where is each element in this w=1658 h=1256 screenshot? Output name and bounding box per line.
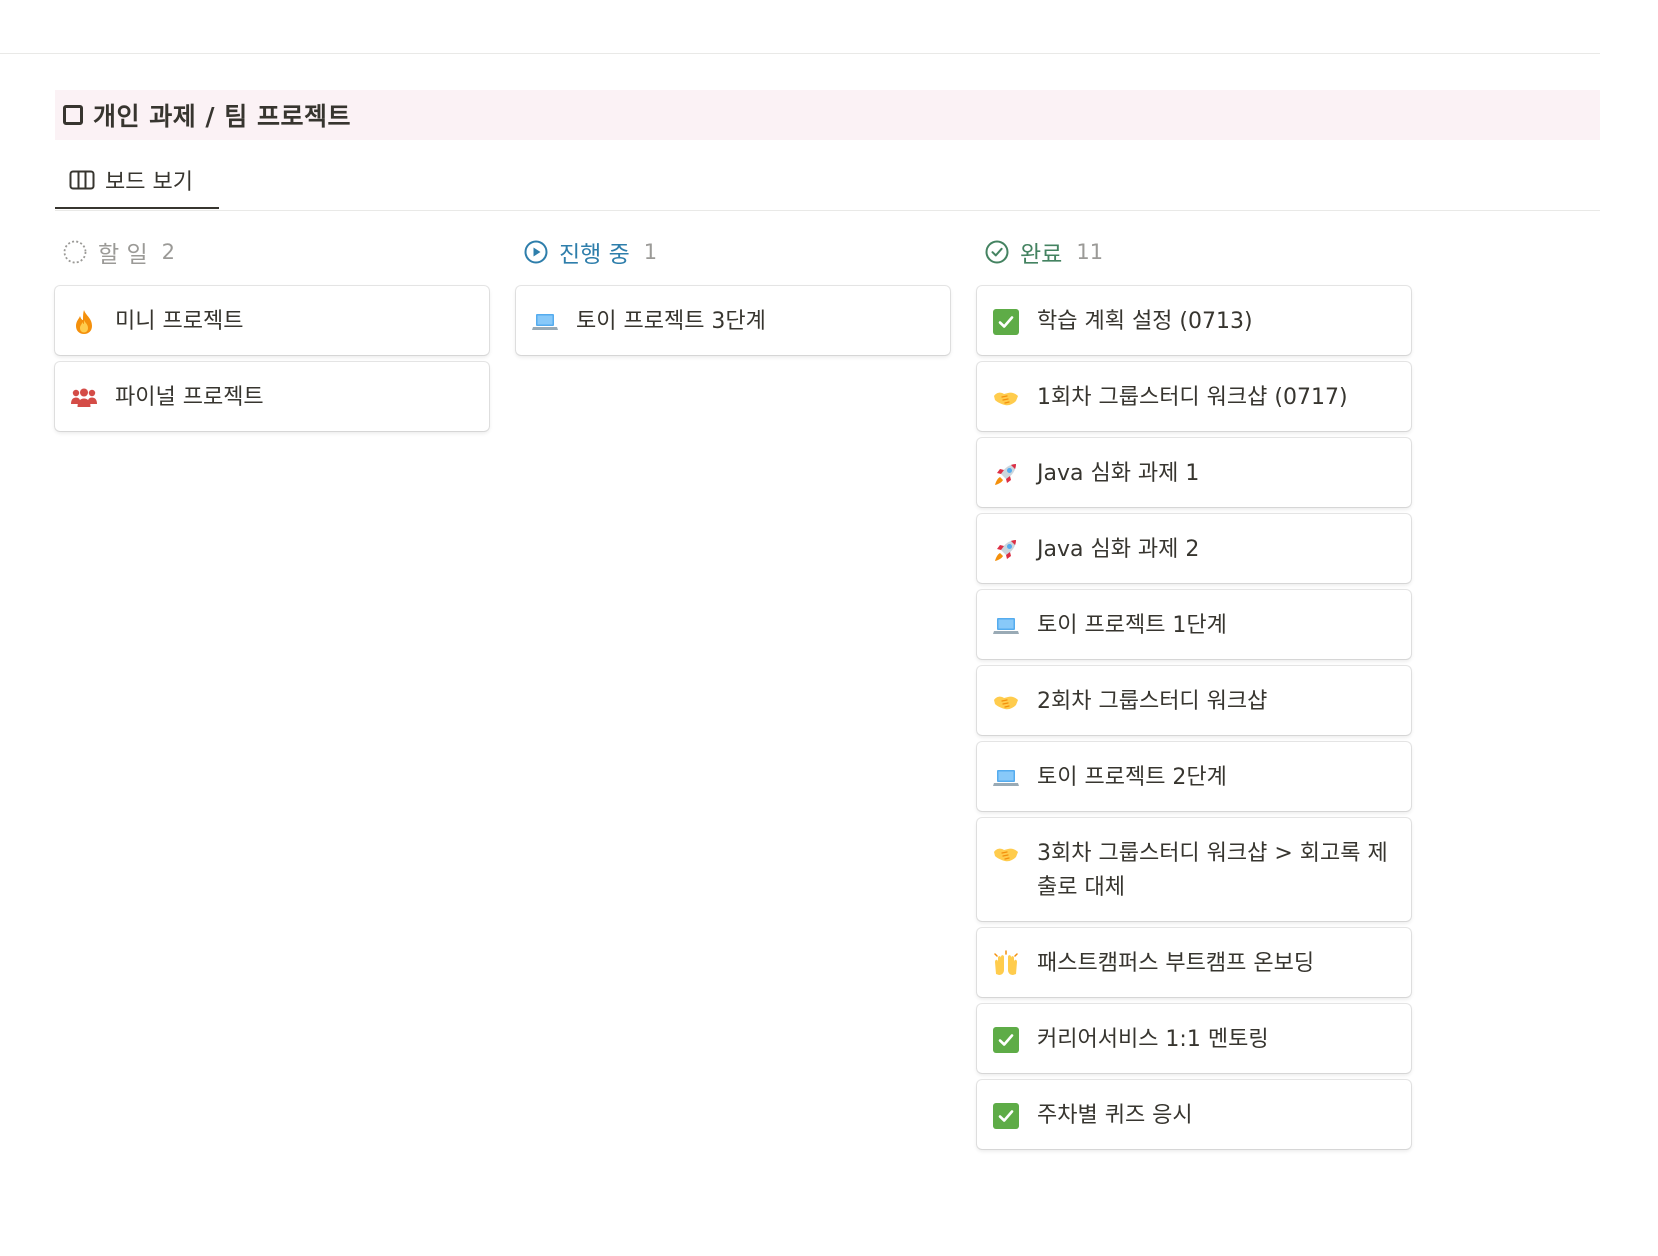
board-card[interactable]: 1회차 그룹스터디 워크샵 (0717)	[977, 362, 1411, 431]
board-card[interactable]: 3회차 그룹스터디 워크샵 > 회고록 제출로 대체	[977, 818, 1411, 921]
card-title: 커리어서비스 1:1 멘토링	[1037, 1027, 1269, 1052]
rocket-icon	[991, 535, 1021, 565]
card-title: 패스트캠퍼스 부트캠프 온보딩	[1037, 951, 1315, 976]
board-card[interactable]: 2회차 그룹스터디 워크샵	[977, 666, 1411, 735]
check-mark-icon	[991, 1101, 1021, 1131]
board-column-in-progress: 진행 중 1 토이 프로젝트 3단계	[516, 232, 950, 362]
laptop-icon	[530, 307, 560, 337]
board-view-icon	[69, 170, 95, 189]
check-mark-icon	[991, 307, 1021, 337]
column-count: 2	[161, 240, 176, 264]
card-title: 주차별 퀴즈 응시	[1037, 1103, 1193, 1128]
board-column-done: 완료 11 학습 계획 설정 (0713) 1회차 그룹스터디 워크샵 (071…	[977, 232, 1411, 1156]
column-title: 할 일	[98, 242, 148, 268]
column-header-done[interactable]: 완료 11	[977, 232, 1411, 272]
card-title: 1회차 그룹스터디 워크샵 (0717)	[1037, 385, 1348, 410]
square-icon	[63, 105, 83, 125]
people-icon	[69, 383, 99, 413]
board-card[interactable]: 토이 프로젝트 2단계	[977, 742, 1411, 811]
check-mark-icon	[991, 1025, 1021, 1055]
card-title: 미니 프로젝트	[115, 309, 244, 334]
database-header: 개인 과제 / 팀 프로젝트	[55, 90, 1600, 140]
laptop-icon	[991, 611, 1021, 641]
fire-icon	[69, 307, 99, 337]
tab-label: 보드 보기	[105, 169, 193, 195]
card-title: 학습 계획 설정 (0713)	[1037, 309, 1253, 334]
card-title: 토이 프로젝트 2단계	[1037, 765, 1227, 790]
board-card[interactable]: 주차별 퀴즈 응시	[977, 1080, 1411, 1149]
database-title[interactable]: 개인 과제 / 팀 프로젝트	[93, 97, 351, 133]
column-count: 1	[643, 240, 658, 264]
card-title: 토이 프로젝트 1단계	[1037, 613, 1227, 638]
tab-board-view[interactable]: 보드 보기	[55, 152, 219, 209]
card-title: Java 심화 과제 1	[1037, 461, 1200, 486]
card-title: 3회차 그룹스터디 워크샵 > 회고록 제출로 대체	[1037, 841, 1388, 900]
board-card[interactable]: Java 심화 과제 1	[977, 438, 1411, 507]
dotted-circle-icon	[63, 240, 87, 264]
card-title: 토이 프로젝트 3단계	[576, 309, 766, 334]
board-card[interactable]: Java 심화 과제 2	[977, 514, 1411, 583]
laptop-icon	[991, 763, 1021, 793]
card-title: 파이널 프로젝트	[115, 385, 264, 410]
rocket-icon	[991, 459, 1021, 489]
board-card[interactable]: 커리어서비스 1:1 멘토링	[977, 1004, 1411, 1073]
board-card[interactable]: 패스트캠퍼스 부트캠프 온보딩	[977, 928, 1411, 997]
board-card[interactable]: 파이널 프로젝트	[55, 362, 489, 431]
check-circle-icon	[985, 240, 1009, 264]
column-header-in-progress[interactable]: 진행 중 1	[516, 232, 950, 272]
board-card[interactable]: 토이 프로젝트 3단계	[516, 286, 950, 355]
board-card[interactable]: 미니 프로젝트	[55, 286, 489, 355]
handshake-icon	[991, 839, 1021, 869]
board-card[interactable]: 토이 프로젝트 1단계	[977, 590, 1411, 659]
column-header-todo[interactable]: 할 일 2	[55, 232, 489, 272]
top-divider	[0, 53, 1600, 54]
board-card[interactable]: 학습 계획 설정 (0713)	[977, 286, 1411, 355]
column-count: 11	[1076, 240, 1104, 264]
card-title: Java 심화 과제 2	[1037, 537, 1200, 562]
column-title: 완료	[1020, 242, 1063, 268]
board-column-todo: 할 일 2 미니 프로젝트 파이널 프로젝트	[55, 232, 489, 438]
handshake-icon	[991, 687, 1021, 717]
card-title: 2회차 그룹스터디 워크샵	[1037, 689, 1268, 714]
column-title: 진행 중	[559, 242, 630, 268]
raising-hands-icon	[991, 949, 1021, 979]
handshake-icon	[991, 383, 1021, 413]
view-tabs: 보드 보기	[55, 152, 1600, 211]
play-circle-icon	[524, 240, 548, 264]
